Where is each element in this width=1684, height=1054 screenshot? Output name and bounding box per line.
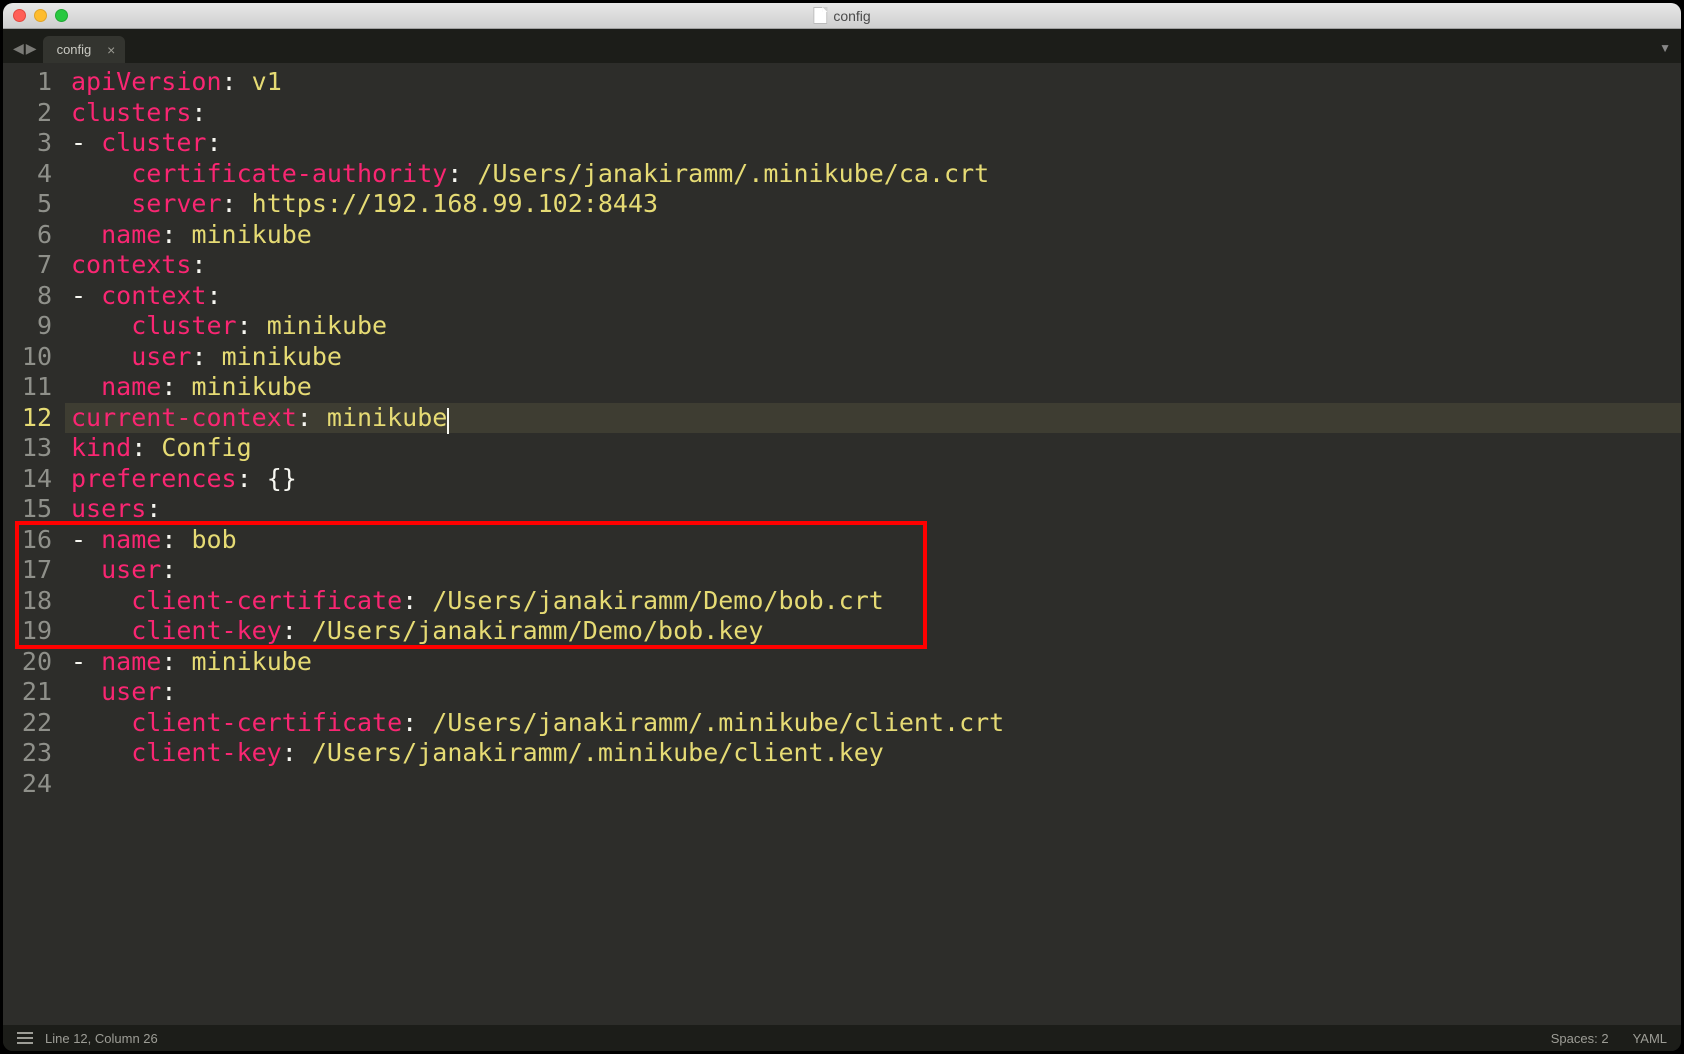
indent-setting[interactable]: Spaces: 2	[1551, 1031, 1609, 1046]
chevron-down-icon[interactable]: ▼	[1659, 41, 1671, 55]
editor-window: config ◀ ▶ config × ▼ 123456789101112131…	[3, 3, 1681, 1051]
tab-nav: ◀ ▶	[9, 40, 43, 63]
cursor-position[interactable]: Line 12, Column 26	[45, 1031, 158, 1046]
close-icon[interactable]: ×	[107, 42, 115, 58]
chevron-left-icon[interactable]: ◀	[13, 40, 24, 57]
tab-bar: ◀ ▶ config × ▼	[3, 29, 1681, 63]
zoom-icon[interactable]	[55, 9, 68, 22]
title-text: config	[833, 8, 870, 24]
code-editor[interactable]: 123456789101112131415161718192021222324 …	[3, 63, 1681, 1025]
status-bar: Line 12, Column 26 Spaces: 2 YAML	[3, 1025, 1681, 1051]
tab-config[interactable]: config ×	[43, 36, 126, 63]
line-number-gutter[interactable]: 123456789101112131415161718192021222324	[3, 63, 65, 1025]
code-content[interactable]: apiVersion: v1clusters:- cluster: certif…	[65, 63, 1681, 1025]
menu-icon[interactable]	[17, 1032, 33, 1044]
close-icon[interactable]	[13, 9, 26, 22]
window-title: config	[813, 7, 870, 24]
syntax-mode[interactable]: YAML	[1633, 1031, 1667, 1046]
tab-label: config	[57, 42, 92, 57]
minimize-icon[interactable]	[34, 9, 47, 22]
titlebar[interactable]: config	[3, 3, 1681, 29]
window-controls	[13, 9, 68, 22]
chevron-right-icon[interactable]: ▶	[26, 40, 37, 57]
file-icon	[813, 7, 827, 24]
